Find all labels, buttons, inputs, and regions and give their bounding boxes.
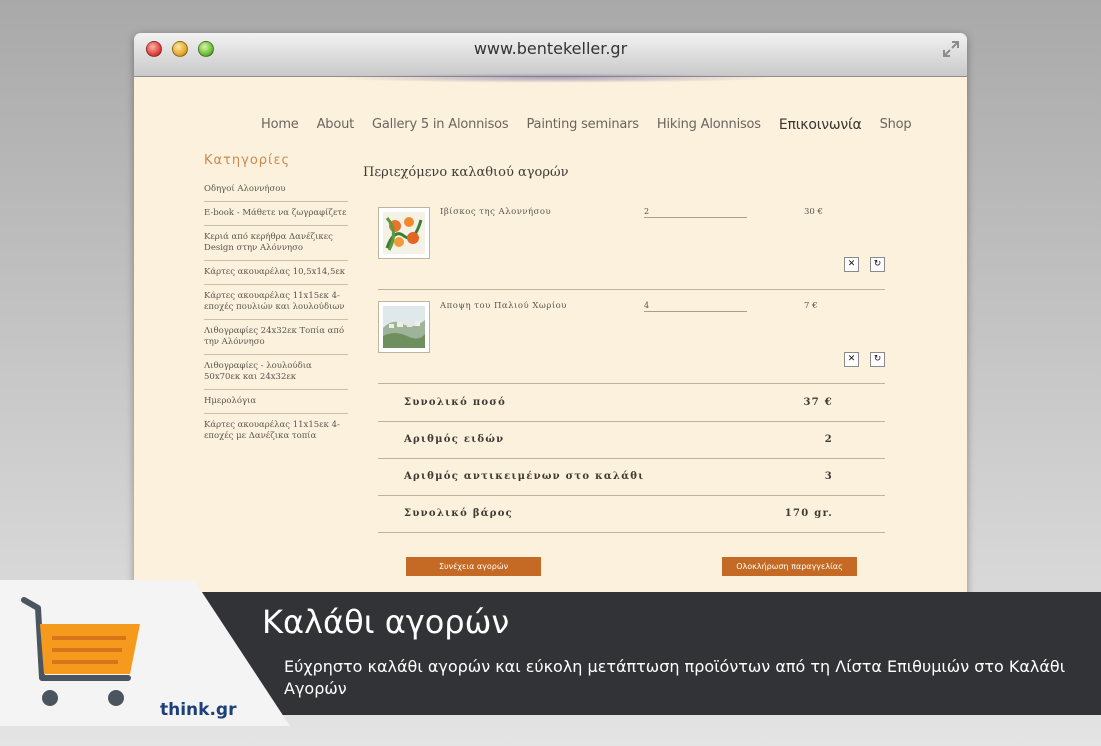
browser-window: www.bentekeller.gr Home About Gallery 5 … xyxy=(134,33,967,633)
product-price: 7 € xyxy=(804,301,818,311)
summary-total-amount: Συνολικό ποσό 37 € xyxy=(378,384,885,422)
summary-label: Συνολικό βάρος xyxy=(404,508,514,519)
summary-value: 2 xyxy=(824,434,833,445)
banner-subtitle: Εύχρηστο καλάθι αγορών και εύκολη μετάπτ… xyxy=(284,657,1066,698)
address-text: www.bentekeller.gr xyxy=(473,39,628,58)
nav-gallery[interactable]: Gallery 5 in Alonnisos xyxy=(372,117,509,133)
summary-value: 37 € xyxy=(803,397,833,408)
product-name[interactable]: Ιβίσκος της Αλοννήσου xyxy=(440,207,551,217)
remove-item-button[interactable]: ✕ xyxy=(844,257,859,272)
summary-label: Αριθμός ειδών xyxy=(404,434,505,445)
category-item[interactable]: E-book - Μάθετε να ζωγραφίζετε xyxy=(204,202,348,226)
checkout-button[interactable]: Ολοκλήρωση παραγγελίας xyxy=(722,557,857,576)
refresh-item-button[interactable]: ↻ xyxy=(870,257,885,272)
quantity-input[interactable]: 4 xyxy=(644,301,747,312)
refresh-item-button[interactable]: ↻ xyxy=(870,352,885,367)
summary-label: Αριθμός αντικειμένων στο καλάθι xyxy=(404,471,645,482)
category-item[interactable]: Κάρτες ακουαρέλας 10,5x14,5εκ xyxy=(204,261,348,285)
product-name[interactable]: Αποψη του Παλιού Χωρίου xyxy=(440,301,567,311)
nav-painting-seminars[interactable]: Painting seminars xyxy=(527,117,640,133)
summary-value: 170 gr. xyxy=(784,508,833,519)
divider xyxy=(378,289,885,290)
category-item[interactable]: Κεριά από κερήθρα Δανέζικες Design στην … xyxy=(204,226,348,261)
header-brush-decoration xyxy=(334,73,774,83)
nav-contact[interactable]: Επικοινωνία xyxy=(779,117,862,133)
shopping-cart-icon xyxy=(21,597,140,706)
product-thumbnail[interactable] xyxy=(378,301,430,353)
nav-shop[interactable]: Shop xyxy=(880,117,912,133)
continue-shopping-button[interactable]: Συνέχεια αγορών xyxy=(406,557,541,576)
categories-title: Κατηγορίες xyxy=(204,153,291,168)
quantity-input[interactable]: 2 xyxy=(644,207,747,218)
think-gr-logo: think.gr xyxy=(160,700,237,720)
summary-total-weight: Συνολικό βάρος 170 gr. xyxy=(378,495,885,533)
product-price: 30 € xyxy=(804,207,823,217)
main-nav: Home About Gallery 5 in Alonnisos Painti… xyxy=(261,117,929,133)
product-thumbnail[interactable] xyxy=(378,207,430,259)
cart-title: Περιεχόμενο καλαθιού αγορών xyxy=(363,165,569,180)
fullscreen-icon[interactable] xyxy=(941,39,961,59)
banner-title: Καλάθι αγορών xyxy=(262,603,510,641)
nav-home[interactable]: Home xyxy=(261,117,299,133)
nav-about[interactable]: About xyxy=(317,117,355,133)
category-item[interactable]: Κάρτες ακουαρέλας 11x15εκ 4-εποχές πουλι… xyxy=(204,285,348,320)
category-item[interactable]: Οδηγοί Αλοννήσου xyxy=(204,178,348,202)
category-item[interactable]: Ημερολόγια xyxy=(204,390,348,414)
title-bar: www.bentekeller.gr xyxy=(134,33,967,77)
nav-hiking[interactable]: Hiking Alonnisos xyxy=(657,117,761,133)
category-item[interactable]: Λιθογραφίες - λουλούδια 50x70εκ και 24x3… xyxy=(204,355,348,390)
summary-value: 3 xyxy=(824,471,833,482)
remove-item-button[interactable]: ✕ xyxy=(844,352,859,367)
summary-item-count: Αριθμός ειδών 2 xyxy=(378,421,885,459)
categories-sidebar: Κατηγορίες Οδηγοί Αλοννήσου E-book - Μάθ… xyxy=(204,153,348,448)
category-item[interactable]: Λιθογραφίες 24x32εκ Τοπία από την Αλόννη… xyxy=(204,320,348,355)
category-item[interactable]: Κάρτες ακουαρέλας 11x15εκ 4-εποχές με Δα… xyxy=(204,414,348,448)
summary-object-count: Αριθμός αντικειμένων στο καλάθι 3 xyxy=(378,458,885,496)
summary-label: Συνολικό ποσό xyxy=(404,397,507,408)
cart-content: Περιεχόμενο καλαθιού αγορών Ιβίσκος της … xyxy=(363,165,893,533)
